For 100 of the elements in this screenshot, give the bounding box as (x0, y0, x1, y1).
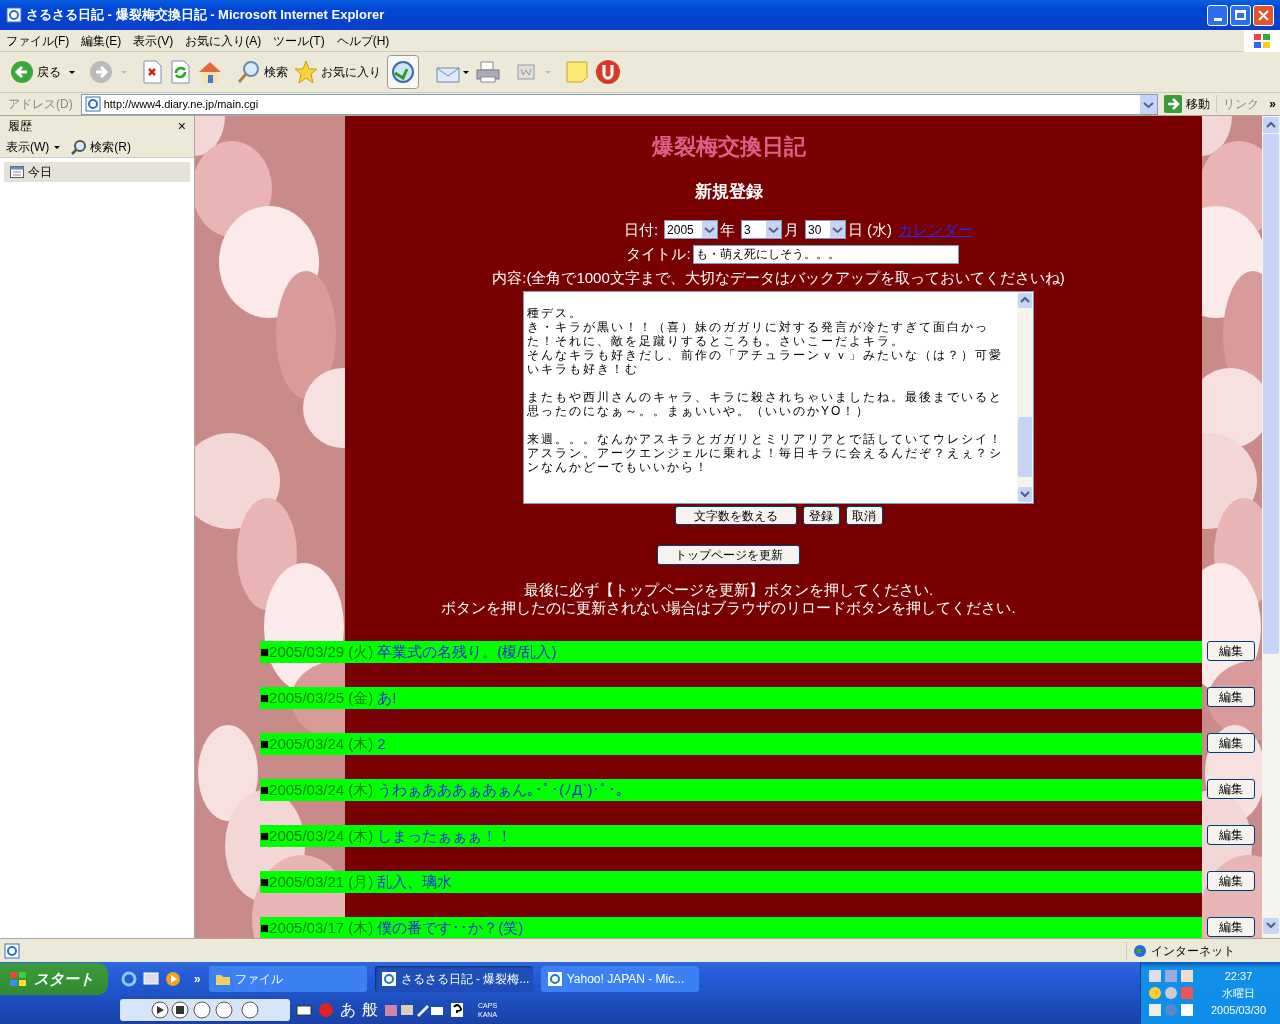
entry-marker: ■ (260, 641, 270, 662)
home-icon[interactable] (197, 60, 223, 84)
back-button[interactable]: 戻る (10, 60, 61, 84)
globe-icon[interactable] (1133, 943, 1147, 958)
update-button[interactable]: トップページを更新 (657, 545, 800, 565)
minimize-button[interactable] (1207, 4, 1228, 26)
search-icon[interactable] (71, 138, 88, 155)
entry-title[interactable]: あ! (377, 686, 397, 710)
scrollbar-icon[interactable] (1262, 116, 1280, 938)
history-icon[interactable] (387, 55, 419, 89)
select-field[interactable]: 3 (741, 220, 783, 240)
scrollbar-icon[interactable] (1017, 292, 1033, 503)
browser-icon[interactable] (120, 970, 138, 988)
edit-button[interactable]: 編集 (1207, 733, 1255, 753)
year-label: 年 (720, 219, 736, 240)
browser-icon[interactable] (380, 971, 397, 987)
media-controls-drawing[interactable] (120, 999, 290, 1021)
title-input-field[interactable]: も・萌え死にしそう。。。 (692, 244, 959, 264)
more-button[interactable]: » (194, 970, 201, 988)
start-button[interactable]: スタート (0, 963, 108, 995)
menu-item[interactable]: ファイル(F) (0, 31, 76, 50)
entry-bar[interactable]: ■2005/03/25 (金) あ! (260, 687, 1202, 709)
entry-bar[interactable]: ■2005/03/24 (木) うわぁあああぁあぁん｡･ﾟ･(ﾉД`)･ﾟ･｡ (260, 779, 1202, 801)
more-links-button[interactable]: » (1265, 95, 1280, 113)
refresh-icon[interactable] (169, 60, 191, 84)
conversion-mode-button[interactable]: 般 (362, 998, 378, 1022)
windows-flag-icon[interactable] (1244, 29, 1280, 52)
maximize-button[interactable] (1230, 4, 1251, 26)
edit-button[interactable]: 編集 (1207, 779, 1255, 799)
go-button[interactable]: 移動 (1158, 95, 1217, 113)
menu-item[interactable]: 表示(V) (127, 31, 180, 50)
help-icon[interactable] (450, 1002, 464, 1018)
content-text: 来週。。。なんかアスキラとガガリとミリアリアとで話していてウレシイ！アスラン。アークエンジェルに乗れよ！毎日キラに会えるんだぞ？えぇ？シンなんかどーでもいいから！ (527, 432, 1003, 474)
entry-title[interactable]: 僕の番です･･か？(笑) (377, 916, 524, 938)
menu-item[interactable]: 編集(E) (75, 31, 128, 50)
entry-bar[interactable]: ■2005/03/24 (木) しまったぁぁぁ！！ (260, 825, 1202, 847)
close-button[interactable] (1253, 4, 1274, 26)
search-button[interactable]: 検索(R) (71, 137, 131, 156)
desktop-icon[interactable] (142, 970, 160, 988)
page-heading: 新規登録 (694, 181, 763, 203)
entry-title[interactable]: うわぁあああぁあぁん｡･ﾟ･(ﾉД`)･ﾟ･｡ (377, 778, 625, 802)
close-button[interactable]: × (177, 116, 186, 137)
title-label: タイトル: (626, 244, 691, 264)
entry-title[interactable]: 卒業式の名残り。(榎/乱入) (377, 640, 557, 664)
select-field[interactable]: 30 (805, 220, 847, 240)
content-text: 種デス。 (527, 306, 584, 320)
address-field[interactable]: http://www4.diary.ne.jp/main.cgi (80, 93, 1159, 115)
search-icon[interactable] (237, 60, 261, 84)
form-button[interactable]: 取消 (845, 506, 883, 525)
form-button[interactable]: 文字数を数える (674, 506, 797, 525)
form-button[interactable]: 登録 (802, 506, 840, 525)
edit-button[interactable]: 編集 (1207, 825, 1255, 845)
taskbar-button[interactable]: ファイル (208, 966, 367, 992)
page-icon[interactable] (4, 942, 20, 959)
edit-button[interactable]: 編集 (1207, 871, 1255, 891)
entry-bar[interactable]: ■2005/03/17 (木) 僕の番です･･か？(笑) (260, 917, 1202, 938)
taskbar-button[interactable]: Yahoo! JAPAN - Mic... (540, 966, 699, 992)
stop-icon[interactable] (141, 60, 163, 84)
entry-title[interactable]: 乱入、璃水 (377, 870, 453, 894)
minimize-icon (1213, 17, 1222, 21)
printer-icon[interactable] (475, 60, 501, 84)
keyboard-icon[interactable] (296, 1003, 312, 1017)
browser-icon[interactable] (546, 971, 563, 987)
favorites-button[interactable]: お気に入り (294, 60, 381, 84)
address-label: アドレス(D) (7, 96, 74, 113)
maximize-icon (1235, 10, 1246, 20)
entry-title[interactable]: 2 (377, 732, 386, 756)
entry-title[interactable]: しまったぁぁぁ！！ (377, 824, 513, 848)
language-tools-drawing[interactable] (384, 1002, 444, 1018)
media-player-icon[interactable] (164, 970, 182, 988)
clock-time: 22:37 (1224, 968, 1253, 984)
page-icon[interactable] (84, 96, 101, 112)
search-button[interactable]: 検索 (237, 60, 288, 84)
entry-bar[interactable]: ■2005/03/29 (火) 卒業式の名残り。(榎/乱入) (260, 641, 1202, 663)
star-icon[interactable] (294, 60, 318, 84)
calendar-icon[interactable] (10, 166, 24, 178)
content-text: き・キラが黒い！！（喜）妹のガガリに対する発言が冷たすぎて面白かった！それに、敵を足蹴りするところも。さいこーだよキラ。 (527, 320, 990, 348)
content-text: そんなキラも好きだし、前作の「アチュラーンｖｖ」みたいな（は？）可愛いキラも好き！む (527, 348, 1003, 376)
edit-button[interactable]: 編集 (1207, 917, 1255, 937)
history-item[interactable]: 今日 (4, 162, 190, 182)
select-field[interactable]: 2005 (664, 220, 719, 240)
entry-marker: ■ (260, 871, 270, 892)
entry-bar[interactable]: ■2005/03/21 (月) 乱入、璃水 (260, 871, 1202, 893)
day-label: 日 (848, 219, 864, 240)
entry-marker: ■ (260, 779, 270, 800)
menu-item[interactable]: お気に入り(A) (179, 31, 268, 50)
content-textarea[interactable] (523, 291, 1034, 504)
menu-item[interactable]: ツール(T) (267, 31, 331, 50)
edit-button[interactable]: 編集 (1207, 687, 1255, 707)
month-label: 月 (784, 219, 800, 240)
entry-bar[interactable]: ■2005/03/24 (木) 2 (260, 733, 1202, 755)
browser-icon[interactable] (6, 7, 22, 23)
view-menu-button[interactable]: 表示(W) (6, 137, 62, 156)
notice-text: 最後に必ず【トップページを更新】ボタンを押してください. (523, 581, 934, 599)
clock-weekday: 水曜日 (1222, 985, 1255, 1001)
edit-button[interactable]: 編集 (1207, 641, 1255, 661)
ime-mode-button[interactable]: あ (340, 998, 356, 1022)
taskbar-button[interactable]: さるさる日記 - 爆裂梅... (374, 966, 533, 992)
menu-item[interactable]: ヘルプ(H) (330, 31, 396, 50)
go-arrow-icon[interactable] (1164, 95, 1183, 113)
